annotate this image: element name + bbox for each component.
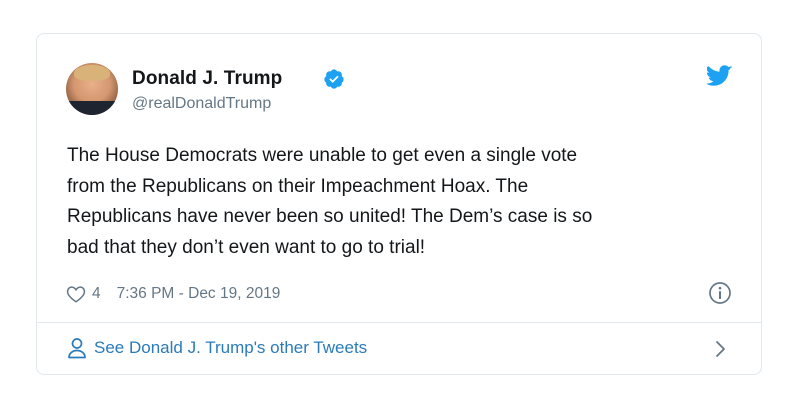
tweet-card: Donald J. Trump @realDonaldTrump The Hou… <box>36 33 762 375</box>
tweet-meta: 4 7:36 PM - Dec 19, 2019 <box>66 283 280 305</box>
avatar-suit <box>66 101 118 115</box>
author-avatar[interactable] <box>66 63 118 115</box>
person-icon <box>68 338 86 359</box>
like-count[interactable]: 4 <box>92 285 101 303</box>
card-divider <box>37 322 761 323</box>
other-tweets-label[interactable]: See Donald J. Trump's other Tweets <box>94 338 367 358</box>
heart-icon[interactable] <box>66 285 86 303</box>
info-icon[interactable] <box>708 281 732 305</box>
chevron-right-icon[interactable] <box>712 340 728 358</box>
tweet-timestamp[interactable]: 7:36 PM - Dec 19, 2019 <box>117 285 281 303</box>
other-tweets-link[interactable]: See Donald J. Trump's other Tweets <box>67 337 367 359</box>
verified-badge-icon <box>324 69 344 89</box>
avatar-hair <box>74 65 110 81</box>
tweet-text: The House Democrats were unable to get e… <box>67 145 593 258</box>
twitter-bird-icon[interactable] <box>707 65 733 87</box>
author-name[interactable]: Donald J. Trump <box>132 68 282 90</box>
author-handle[interactable]: @realDonaldTrump <box>132 95 271 113</box>
